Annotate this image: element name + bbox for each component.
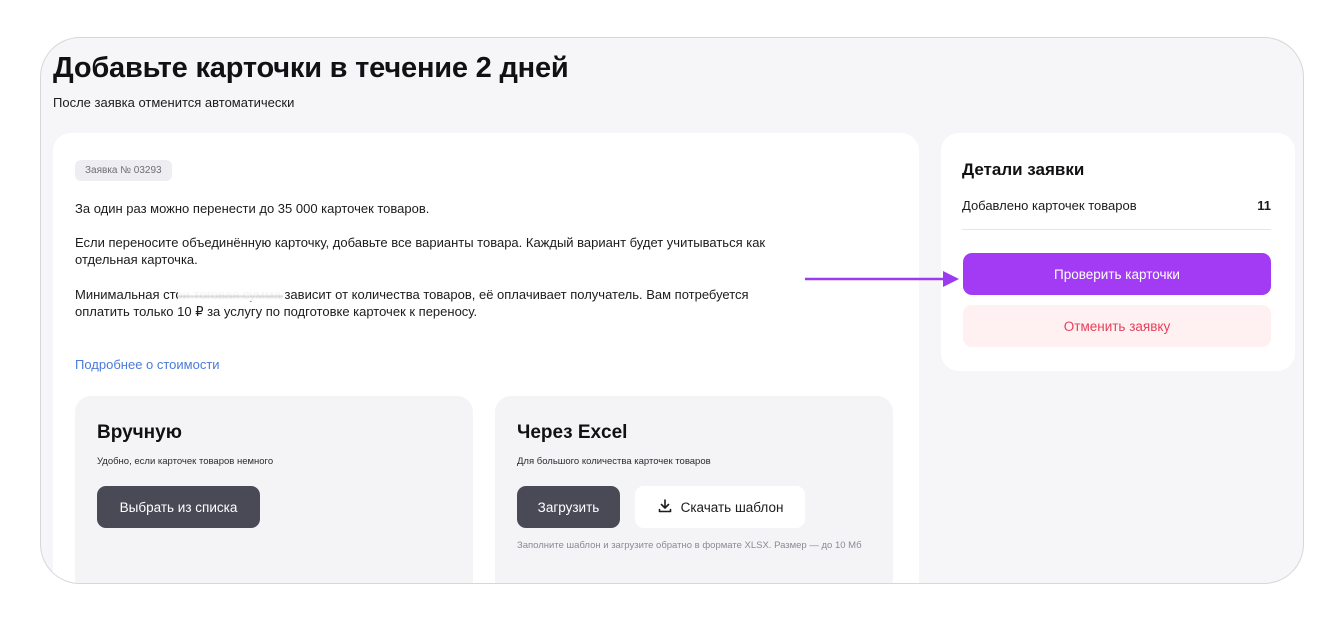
choose-from-list-button[interactable]: Выбрать из списка [97,486,260,528]
page-subtitle: После заявка отменится автоматически [53,95,295,110]
details-divider [962,229,1271,230]
check-cards-button[interactable]: Проверить карточки [963,253,1271,295]
manual-method-card: Вручную Удобно, если карточек товаров не… [75,396,473,583]
details-title: Детали заявки [962,160,1085,179]
request-number-badge: Заявка № 03293 [75,160,172,181]
request-info-card: Заявка № 03293 За один раз можно перенес… [53,133,919,583]
upload-hint: Заполните шаблон и загрузите обратно в ф… [517,540,862,551]
obscured-text [178,286,283,301]
excel-method-card: Через Excel Для большого количества карт… [495,396,893,583]
download-template-button[interactable]: Скачать шаблон [635,486,805,528]
page-title: Добавьте карточки в течение 2 дней [53,52,569,84]
info-paragraph-limit: За один раз можно перенести до 35 000 ка… [75,201,430,216]
cancel-request-button[interactable]: Отменить заявку [963,305,1271,347]
excel-method-title: Через Excel [517,422,628,443]
arrow-right-icon [805,271,959,287]
manual-method-title: Вручную [97,422,182,443]
application-window: Добавьте карточки в течение 2 дней После… [40,37,1304,584]
cost-details-link[interactable]: Подробнее о стоимости [75,357,220,372]
info-paragraph-variants: Если переносите объединённую карточку, д… [75,235,766,267]
added-cards-label: Добавлено карточек товаров [962,198,1137,213]
excel-method-description: Для большого количества карточек товаров [517,456,711,467]
upload-button[interactable]: Загрузить [517,486,620,528]
download-icon [657,498,673,517]
manual-method-description: Удобно, если карточек товаров немного [97,456,274,467]
download-template-label: Скачать шаблон [680,499,784,515]
added-cards-count: 11 [1257,198,1271,213]
request-details-card: Детали заявки Добавлено карточек товаров… [941,133,1295,371]
added-cards-row: Добавлено карточек товаров 11 [962,198,1271,213]
